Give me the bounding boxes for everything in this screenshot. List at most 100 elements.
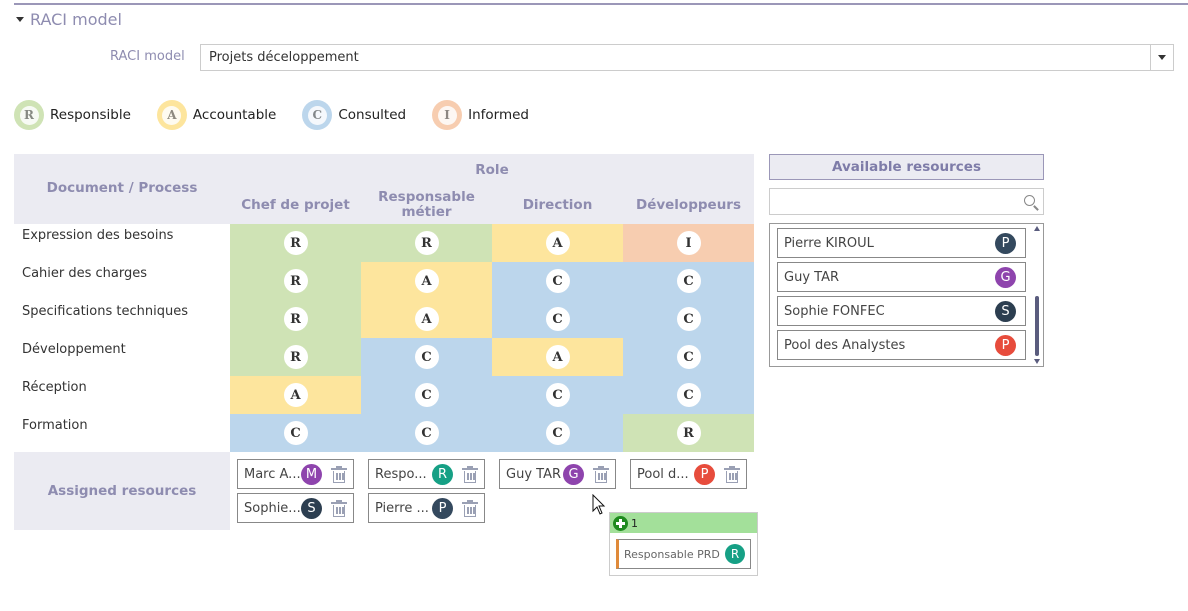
assigned-resource-chip[interactable]: Marc A... M xyxy=(237,459,354,489)
raci-cell[interactable]: C xyxy=(623,338,754,376)
raci-badge[interactable]: C xyxy=(414,345,439,369)
drag-popup-bar: 1 xyxy=(610,513,757,533)
raci-cell[interactable]: A xyxy=(361,262,492,300)
raci-cell[interactable]: C xyxy=(492,376,623,414)
raci-badge[interactable]: C xyxy=(545,383,570,407)
search-icon[interactable] xyxy=(1024,195,1035,206)
assigned-resource-chip[interactable]: Guy TAR G xyxy=(499,459,616,489)
avatar: P xyxy=(432,498,453,519)
trash-icon[interactable] xyxy=(331,500,347,517)
row-label: Expression des besoins xyxy=(22,228,174,243)
document-process-header: Document / Process xyxy=(14,154,230,224)
avatar: M xyxy=(301,464,322,485)
available-resources-list[interactable]: Pierre KIROUL P Guy TAR G Sophie FONFEC S Pool… xyxy=(769,223,1044,367)
trash-icon[interactable] xyxy=(724,466,740,483)
raci-cell[interactable]: C xyxy=(361,338,492,376)
raci-cell[interactable]: C xyxy=(623,262,754,300)
raci-cell[interactable]: R xyxy=(230,262,361,300)
assigned-resource-chip[interactable]: Sophie... S xyxy=(237,493,354,523)
assigned-resource-chip[interactable]: Pierre ... P xyxy=(368,493,485,523)
raci-cell[interactable]: R xyxy=(230,224,361,262)
legend-badge: A xyxy=(156,100,187,130)
plus-icon xyxy=(613,515,628,531)
raci-cell[interactable]: C xyxy=(492,262,623,300)
raci-badge[interactable]: R xyxy=(283,269,308,293)
scroll-up-icon[interactable] xyxy=(1034,226,1040,231)
raci-badge[interactable]: C xyxy=(545,307,570,331)
assigned-resource-name: Pool d... xyxy=(637,466,689,482)
trash-icon[interactable] xyxy=(593,466,609,483)
raci-badge[interactable]: R xyxy=(283,345,308,369)
resource-name: Guy TAR xyxy=(784,269,839,285)
raci-badge[interactable]: C xyxy=(676,307,701,331)
avatar: S xyxy=(301,498,322,519)
raci-badge[interactable]: R xyxy=(283,231,308,255)
raci-badge[interactable]: C xyxy=(676,269,701,293)
legend-badge: C xyxy=(302,100,333,130)
raci-section-header[interactable]: RACI model xyxy=(16,8,122,30)
assigned-resource-name: Pierre ... xyxy=(375,500,429,516)
role-title: Role xyxy=(475,162,509,178)
raci-badge[interactable]: A xyxy=(414,307,439,331)
raci-badge[interactable]: C xyxy=(676,383,701,407)
raci-badge[interactable]: C xyxy=(545,269,570,293)
raci-badge[interactable]: C xyxy=(676,345,701,369)
scroll-down-icon[interactable] xyxy=(1034,359,1040,364)
caret-down-icon[interactable] xyxy=(16,17,24,22)
raci-cell[interactable]: R xyxy=(230,300,361,338)
available-resource-item[interactable]: Pierre KIROUL P xyxy=(777,228,1026,258)
resource-search-input[interactable] xyxy=(769,188,1044,215)
raci-cell[interactable]: R xyxy=(361,224,492,262)
raci-cell[interactable]: A xyxy=(230,376,361,414)
raci-cell[interactable]: C xyxy=(230,414,361,452)
raci-cell[interactable]: C xyxy=(623,376,754,414)
raci-cell[interactable]: C xyxy=(492,414,623,452)
available-resource-item[interactable]: Pool des Analystes P xyxy=(777,330,1026,360)
assigned-resources-label: Assigned resources xyxy=(14,452,230,530)
raci-badge[interactable]: I xyxy=(676,231,701,255)
raci-badge[interactable]: R xyxy=(414,231,439,255)
raci-cell[interactable]: R xyxy=(623,414,754,452)
available-resource-item[interactable]: Sophie FONFEC S xyxy=(777,296,1026,326)
role-column-header: Chef de projet xyxy=(241,196,350,213)
raci-cell[interactable]: C xyxy=(623,300,754,338)
raci-badge[interactable]: A xyxy=(283,383,308,407)
scrollbar-thumb[interactable] xyxy=(1035,296,1039,356)
avatar: P xyxy=(694,464,715,485)
raci-cell[interactable]: A xyxy=(492,224,623,262)
assigned-resource-chip[interactable]: Pool d... P xyxy=(630,459,747,489)
trash-icon[interactable] xyxy=(462,466,478,483)
avatar: P xyxy=(995,233,1016,254)
raci-badge[interactable]: C xyxy=(283,421,308,445)
row-label: Cahier des charges xyxy=(22,266,148,281)
raci-cell[interactable]: A xyxy=(361,300,492,338)
trash-icon[interactable] xyxy=(331,466,347,483)
raci-badge[interactable]: A xyxy=(545,345,570,369)
raci-cell[interactable]: C xyxy=(361,414,492,452)
raci-badge[interactable]: R xyxy=(676,421,701,445)
raci-cell[interactable]: I xyxy=(623,224,754,262)
assigned-resource-chip[interactable]: Respo... R xyxy=(368,459,485,489)
raci-cell[interactable]: C xyxy=(361,376,492,414)
raci-badge[interactable]: C xyxy=(414,383,439,407)
raci-cell[interactable]: A xyxy=(492,338,623,376)
raci-badge[interactable]: A xyxy=(414,269,439,293)
scrollbar[interactable] xyxy=(1033,226,1042,364)
raci-cell[interactable]: C xyxy=(492,300,623,338)
dragged-resource-chip: Responsable PRD R xyxy=(616,539,751,569)
dropdown-arrow-icon[interactable] xyxy=(1150,45,1173,70)
raci-badge[interactable]: C xyxy=(545,421,570,445)
raci-badge[interactable]: R xyxy=(283,307,308,331)
drag-count: 1 xyxy=(631,516,638,530)
trash-icon[interactable] xyxy=(462,500,478,517)
raci-cell[interactable]: R xyxy=(230,338,361,376)
raci-badge[interactable]: A xyxy=(545,231,570,255)
available-resource-item[interactable]: Guy TAR G xyxy=(777,262,1026,292)
raci-badge[interactable]: C xyxy=(414,421,439,445)
assigned-resource-name: Respo... xyxy=(375,466,427,482)
row-label: Specifications techniques xyxy=(22,304,188,319)
raci-model-select[interactable]: Projets déceloppement xyxy=(200,44,1174,71)
legend-label: Consulted xyxy=(338,107,407,123)
legend-label: Informed xyxy=(468,107,529,123)
role-column-header: Développeurs xyxy=(635,196,741,213)
